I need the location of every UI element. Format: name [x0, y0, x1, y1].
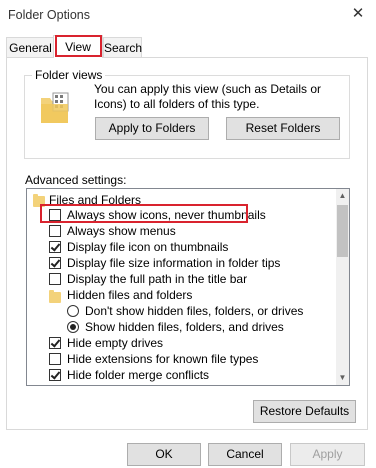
list-item: Hidden files and folders: [67, 288, 193, 302]
list-item[interactable]: Display file size information in folder …: [67, 255, 280, 271]
checkbox-always-show-menus[interactable]: [49, 225, 61, 237]
checkbox-display-file-icon[interactable]: [49, 241, 61, 253]
tab-search[interactable]: Search: [103, 37, 142, 57]
restore-defaults-button[interactable]: Restore Defaults: [253, 400, 356, 423]
window-title: Folder Options: [8, 8, 90, 22]
radio-dont-show-hidden[interactable]: [67, 305, 79, 317]
list-item[interactable]: Display file icon on thumbnails: [67, 239, 228, 255]
list-item[interactable]: Hide extensions for known file types: [67, 351, 258, 367]
scrollbar-thumb[interactable]: [337, 205, 348, 257]
checkbox-display-file-size[interactable]: [49, 257, 61, 269]
list-item[interactable]: Hide empty drives: [67, 335, 163, 351]
advanced-settings-label: Advanced settings:: [25, 173, 127, 187]
list-item[interactable]: Don't show hidden files, folders, or dri…: [85, 303, 303, 319]
scroll-down-icon[interactable]: ▼: [336, 371, 349, 385]
folder-views-label: Folder views: [32, 68, 106, 82]
checkbox-hide-extensions[interactable]: [49, 353, 61, 365]
folder-icon: [49, 290, 61, 303]
list-item[interactable]: Hide folder merge conflicts: [67, 367, 209, 383]
list-item[interactable]: Always show menus: [67, 223, 176, 239]
always-show-icons-highlight: [40, 204, 248, 223]
list-item[interactable]: Show hidden files, folders, and drives: [85, 319, 284, 335]
folder-views-description: You can apply this view (such as Details…: [94, 82, 322, 111]
checkbox-hide-merge-conflicts[interactable]: [49, 369, 61, 381]
tab-general[interactable]: General: [6, 37, 55, 57]
radio-show-hidden[interactable]: [67, 321, 79, 333]
scroll-up-icon[interactable]: ▲: [336, 189, 349, 203]
ok-button[interactable]: OK: [127, 443, 201, 466]
close-icon[interactable]: ✕: [350, 6, 366, 22]
checkbox-hide-empty-drives[interactable]: [49, 337, 61, 349]
list-item[interactable]: Display the full path in the title bar: [67, 271, 247, 287]
cancel-button[interactable]: Cancel: [208, 443, 282, 466]
folder-view-icon: [40, 92, 70, 124]
checkbox-full-path[interactable]: [49, 273, 61, 285]
apply-to-folders-button[interactable]: Apply to Folders: [95, 117, 209, 140]
apply-button[interactable]: Apply: [290, 443, 365, 466]
view-tab-highlight: [55, 35, 102, 57]
reset-folders-button[interactable]: Reset Folders: [226, 117, 340, 140]
